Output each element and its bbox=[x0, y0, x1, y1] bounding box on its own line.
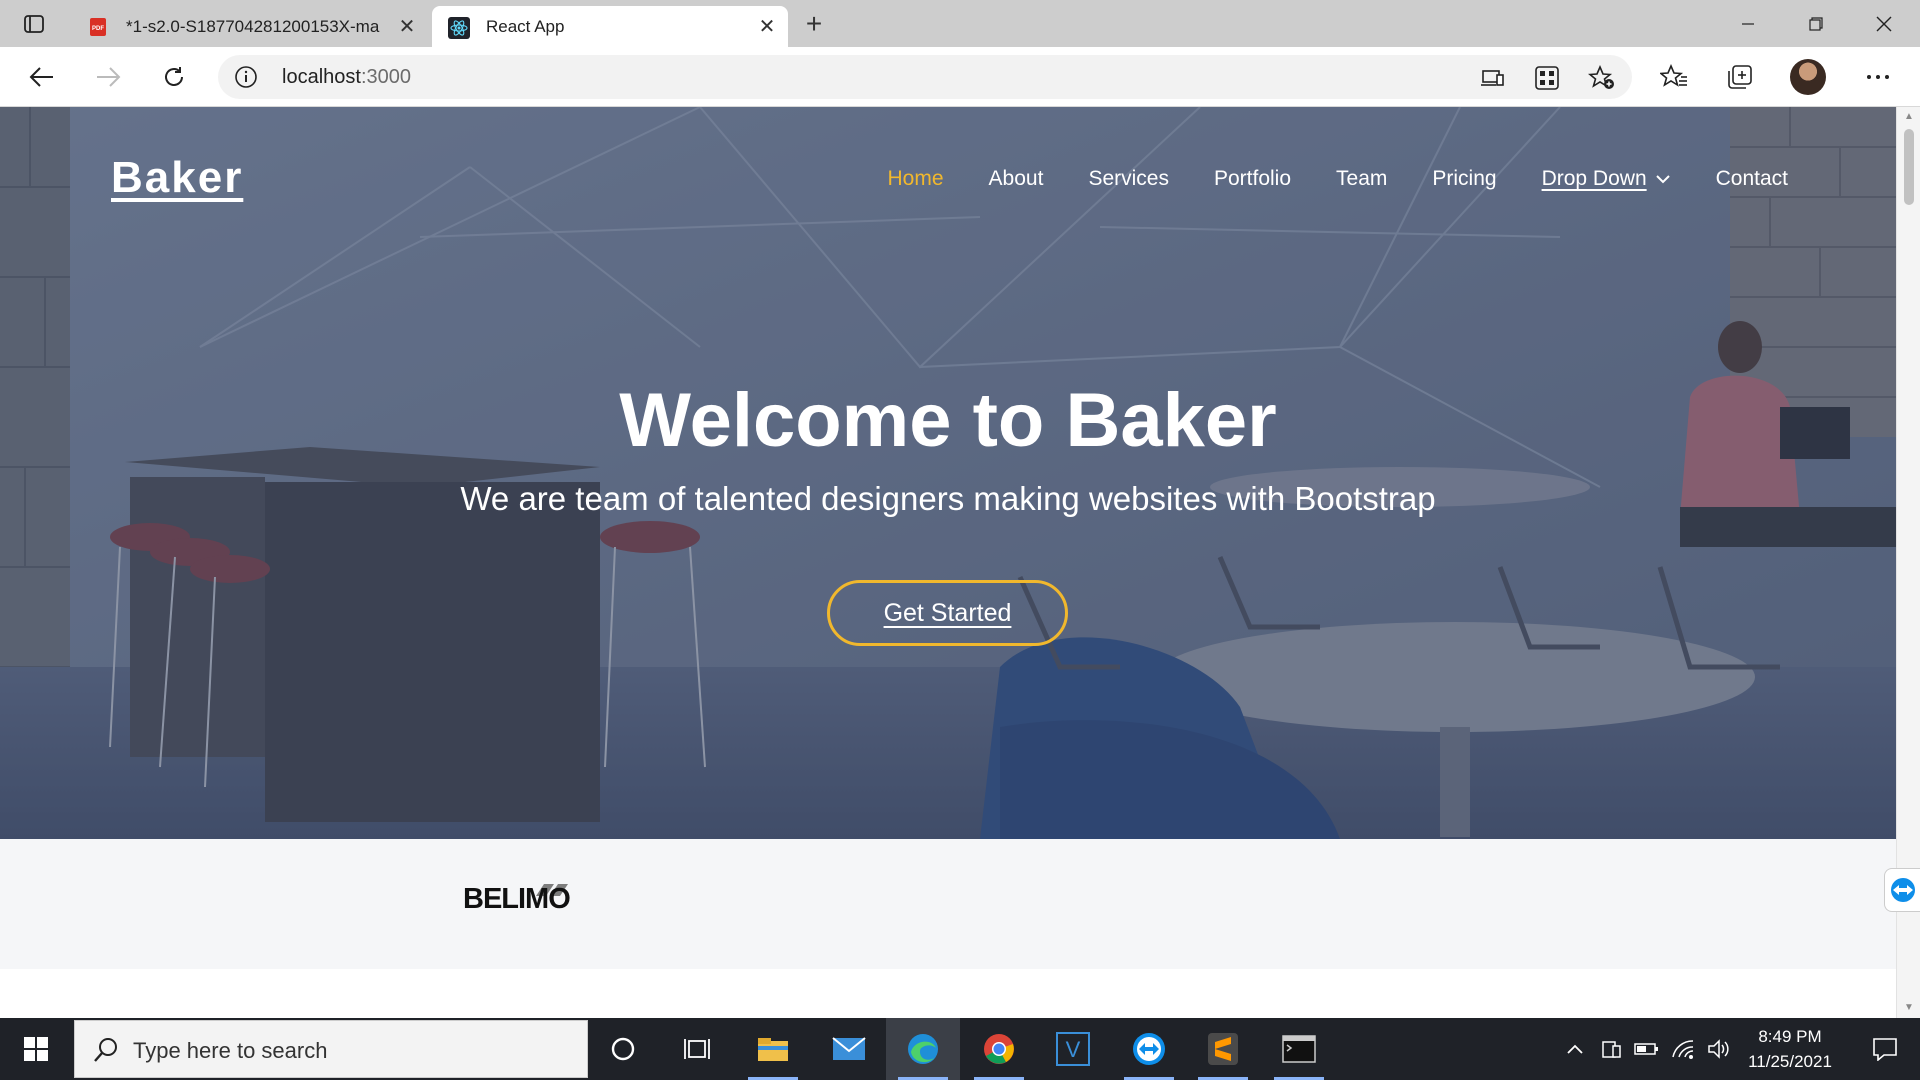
tab-title: *1-s2.0-S187704281200153X-ma bbox=[126, 16, 380, 36]
react-icon bbox=[448, 16, 470, 39]
task-view-icon[interactable] bbox=[660, 1018, 734, 1080]
search-icon bbox=[94, 1038, 117, 1062]
system-clock[interactable]: 8:49 PM 11/25/2021 bbox=[1738, 1024, 1842, 1074]
scroll-thumb[interactable] bbox=[1904, 129, 1914, 205]
page-viewport: Baker Home About Services Portfolio Team… bbox=[0, 107, 1896, 1018]
device-icon[interactable] bbox=[1596, 1018, 1626, 1080]
address-bar[interactable]: localhost:3000 bbox=[218, 55, 1632, 99]
chevron-down-icon bbox=[1655, 175, 1670, 184]
notifications-icon[interactable] bbox=[1850, 1018, 1920, 1080]
taskbar-search-box[interactable]: Type here to search bbox=[74, 1020, 588, 1078]
clock-time: 8:49 PM bbox=[1758, 1027, 1822, 1046]
edge-icon[interactable] bbox=[886, 1018, 960, 1080]
hero-title: Welcome to Baker bbox=[619, 378, 1277, 463]
nav-portfolio[interactable]: Portfolio bbox=[1214, 167, 1291, 191]
search-placeholder: Type here to search bbox=[133, 1038, 328, 1063]
minimize-icon[interactable] bbox=[1714, 0, 1782, 47]
hero-overlay bbox=[0, 107, 1896, 839]
app-available-icon[interactable] bbox=[1480, 65, 1506, 91]
get-started-button[interactable]: Get Started bbox=[827, 580, 1068, 646]
show-hidden-icons-icon[interactable] bbox=[1560, 1018, 1590, 1080]
next-section bbox=[0, 969, 1896, 1018]
more-options-icon[interactable] bbox=[1858, 57, 1898, 97]
volume-icon[interactable] bbox=[1704, 1018, 1734, 1080]
file-explorer-icon[interactable] bbox=[736, 1018, 810, 1080]
nav-team[interactable]: Team bbox=[1336, 167, 1387, 191]
url-text[interactable]: localhost:3000 bbox=[282, 66, 411, 89]
svg-text:V: V bbox=[1066, 1037, 1081, 1062]
nav-pricing[interactable]: Pricing bbox=[1432, 167, 1496, 191]
sublime-text-icon[interactable] bbox=[1186, 1018, 1260, 1080]
nav-contact[interactable]: Contact bbox=[1716, 167, 1788, 191]
nav-dropdown-label: Drop Down bbox=[1541, 167, 1647, 190]
clock-date: 11/25/2021 bbox=[1748, 1052, 1832, 1071]
nav-home[interactable]: Home bbox=[888, 167, 944, 191]
pdf-icon: PDF bbox=[88, 17, 108, 37]
tab-react-app[interactable]: React App ✕ bbox=[432, 6, 788, 47]
svg-text:PDF: PDF bbox=[92, 26, 104, 32]
teamviewer-icon[interactable] bbox=[1112, 1018, 1186, 1080]
chrome-icon[interactable] bbox=[962, 1018, 1036, 1080]
back-icon[interactable] bbox=[22, 57, 62, 97]
close-window-icon[interactable] bbox=[1850, 0, 1918, 47]
tab-close-icon[interactable]: ✕ bbox=[752, 12, 782, 42]
tab-title: React App bbox=[486, 16, 565, 36]
site-logo[interactable]: Baker bbox=[111, 153, 243, 203]
start-icon[interactable] bbox=[0, 1018, 72, 1080]
cortana-icon[interactable] bbox=[586, 1018, 660, 1080]
profile-avatar[interactable] bbox=[1790, 59, 1826, 95]
nav-services[interactable]: Services bbox=[1088, 167, 1169, 191]
add-favorite-icon[interactable] bbox=[1587, 64, 1614, 91]
main-nav: Home About Services Portfolio Team Prici… bbox=[843, 167, 1788, 191]
hero-section: Baker Home About Services Portfolio Team… bbox=[0, 107, 1896, 839]
new-tab-icon[interactable]: + bbox=[796, 8, 832, 40]
tab-close-icon[interactable]: ✕ bbox=[392, 12, 422, 42]
browser-tab-bar: PDF *1-s2.0-S187704281200153X-ma ✕ React… bbox=[0, 0, 1920, 47]
tab-pdf[interactable]: PDF *1-s2.0-S187704281200153X-ma ✕ bbox=[72, 6, 428, 47]
browser-toolbar: localhost:3000 bbox=[0, 47, 1920, 107]
favorites-icon[interactable] bbox=[1654, 57, 1694, 97]
teamviewer-side-icon[interactable] bbox=[1884, 868, 1920, 912]
mail-icon[interactable] bbox=[812, 1018, 886, 1080]
windows-taskbar: Type here to search V 8:49 PM 11/25/2021 bbox=[0, 1018, 1920, 1080]
forward-icon[interactable] bbox=[88, 57, 128, 97]
qr-code-icon[interactable] bbox=[1534, 65, 1560, 91]
terminal-icon[interactable] bbox=[1262, 1018, 1336, 1080]
url-host: localhost bbox=[282, 66, 361, 88]
nav-about[interactable]: About bbox=[989, 167, 1044, 191]
nav-dropdown[interactable]: Drop Down bbox=[1542, 167, 1671, 191]
tab-actions-icon[interactable] bbox=[14, 10, 54, 38]
hero-subtitle: We are team of talented designers making… bbox=[460, 480, 1436, 517]
clients-section: BELIMO bbox=[0, 839, 1896, 969]
vs-code-v-icon[interactable]: V bbox=[1036, 1018, 1110, 1080]
site-info-icon[interactable] bbox=[234, 65, 258, 89]
scroll-up-icon[interactable]: ▲ bbox=[1902, 111, 1916, 125]
url-port: :3000 bbox=[360, 66, 411, 88]
reload-icon[interactable] bbox=[154, 57, 194, 97]
restore-icon[interactable] bbox=[1782, 0, 1850, 47]
collections-icon[interactable] bbox=[1720, 57, 1760, 97]
client-logo-belimo: BELIMO bbox=[463, 883, 571, 915]
battery-icon[interactable] bbox=[1632, 1018, 1662, 1080]
scroll-down-icon[interactable]: ▼ bbox=[1902, 1002, 1916, 1016]
wifi-icon[interactable] bbox=[1668, 1018, 1698, 1080]
